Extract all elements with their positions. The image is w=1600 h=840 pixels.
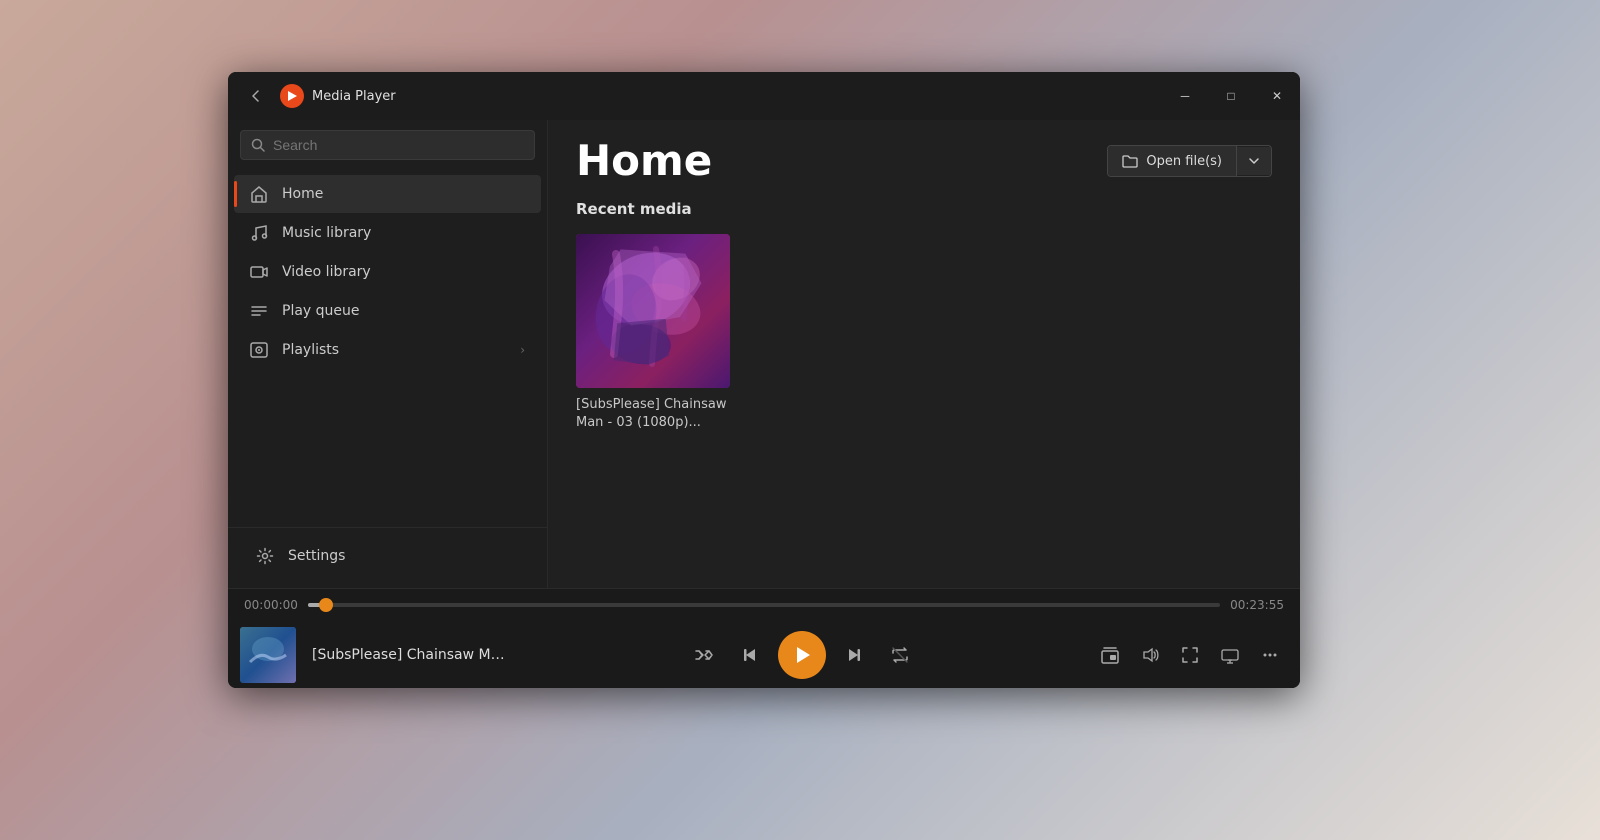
media-grid: [SubsPlease] Chainsaw Man - 03 (1080p)..… bbox=[576, 234, 1272, 432]
sidebar-item-video-library[interactable]: Video library bbox=[234, 253, 541, 291]
track-thumbnail-svg bbox=[240, 627, 296, 683]
thumbnail-svg bbox=[576, 234, 730, 388]
home-icon bbox=[250, 185, 268, 203]
open-file-button-group: Open file(s) bbox=[1107, 145, 1272, 177]
miniplayer-button[interactable] bbox=[1092, 637, 1128, 673]
app-icon bbox=[280, 84, 304, 108]
progress-thumb bbox=[319, 598, 333, 612]
titlebar: Media Player ─ □ ✕ bbox=[228, 72, 1300, 120]
volume-button[interactable] bbox=[1132, 637, 1168, 673]
page-title: Home bbox=[576, 140, 712, 182]
controls-row: [SubsPlease] Chainsaw Man... bbox=[228, 621, 1300, 688]
next-button[interactable] bbox=[836, 637, 872, 673]
sidebar-item-playlists-label: Playlists bbox=[282, 342, 506, 358]
track-thumb-art bbox=[240, 627, 296, 683]
player-bar: 00:00:00 00:23:55 bbox=[228, 588, 1300, 688]
sidebar-item-music-library[interactable]: Music library bbox=[234, 214, 541, 252]
thumbnail-art bbox=[576, 234, 730, 388]
media-thumbnail bbox=[576, 234, 730, 388]
main-area: Home Music library bbox=[228, 120, 1300, 588]
sidebar-item-settings[interactable]: Settings bbox=[240, 537, 535, 575]
chevron-down-icon: › bbox=[520, 343, 525, 357]
back-button[interactable] bbox=[240, 80, 272, 112]
progress-row: 00:00:00 00:23:55 bbox=[228, 589, 1300, 621]
cast-button[interactable] bbox=[1212, 637, 1248, 673]
open-file-main-button[interactable]: Open file(s) bbox=[1108, 146, 1237, 176]
playlist-icon bbox=[250, 341, 268, 359]
repeat-button[interactable] bbox=[882, 637, 918, 673]
sidebar-item-video-library-label: Video library bbox=[282, 264, 525, 280]
titlebar-controls: ─ □ ✕ bbox=[1162, 72, 1300, 120]
open-file-label: Open file(s) bbox=[1146, 154, 1222, 169]
queue-icon bbox=[250, 302, 268, 320]
close-button[interactable]: ✕ bbox=[1254, 72, 1300, 120]
sidebar-item-home[interactable]: Home bbox=[234, 175, 541, 213]
content-body: Recent media bbox=[548, 192, 1300, 588]
nav-items: Home Music library bbox=[228, 170, 547, 527]
track-thumbnail bbox=[240, 627, 296, 683]
sidebar-item-play-queue[interactable]: Play queue bbox=[234, 292, 541, 330]
search-icon bbox=[251, 138, 265, 152]
play-button[interactable] bbox=[778, 631, 826, 679]
previous-button[interactable] bbox=[732, 637, 768, 673]
app-window: Media Player ─ □ ✕ bbox=[228, 72, 1300, 688]
track-title: [SubsPlease] Chainsaw Man... bbox=[312, 647, 512, 663]
sidebar: Home Music library bbox=[228, 120, 548, 588]
content-header: Home Open file(s) bbox=[548, 120, 1300, 192]
search-box[interactable] bbox=[240, 130, 535, 160]
folder-icon bbox=[1122, 153, 1138, 169]
search-input[interactable] bbox=[273, 137, 524, 153]
minimize-button[interactable]: ─ bbox=[1162, 72, 1208, 120]
sidebar-item-play-queue-label: Play queue bbox=[282, 303, 525, 319]
sidebar-item-music-library-label: Music library bbox=[282, 225, 525, 241]
right-controls bbox=[1092, 637, 1288, 673]
titlebar-left: Media Player bbox=[240, 80, 396, 112]
progress-track[interactable] bbox=[308, 603, 1220, 607]
maximize-button[interactable]: □ bbox=[1208, 72, 1254, 120]
recent-media-title: Recent media bbox=[576, 200, 1272, 218]
chevron-down-icon bbox=[1247, 154, 1261, 168]
music-icon bbox=[250, 224, 268, 242]
sidebar-item-home-label: Home bbox=[282, 186, 525, 202]
more-options-button[interactable] bbox=[1252, 637, 1288, 673]
shuffle-button[interactable] bbox=[686, 637, 722, 673]
settings-icon bbox=[256, 547, 274, 565]
settings-label: Settings bbox=[288, 548, 519, 564]
transport-controls bbox=[520, 631, 1084, 679]
video-icon bbox=[250, 263, 268, 281]
open-file-dropdown-button[interactable] bbox=[1237, 147, 1271, 175]
media-item-title: [SubsPlease] Chainsaw Man - 03 (1080p)..… bbox=[576, 396, 730, 432]
fullscreen-button[interactable] bbox=[1172, 637, 1208, 673]
media-card[interactable]: [SubsPlease] Chainsaw Man - 03 (1080p)..… bbox=[576, 234, 730, 432]
app-title: Media Player bbox=[312, 89, 396, 104]
total-time: 00:23:55 bbox=[1230, 598, 1284, 612]
content-area: Home Open file(s) Rec bbox=[548, 120, 1300, 588]
sidebar-item-playlists[interactable]: Playlists › bbox=[234, 331, 541, 369]
current-time: 00:00:00 bbox=[244, 598, 298, 612]
sidebar-bottom: Settings bbox=[228, 527, 547, 588]
